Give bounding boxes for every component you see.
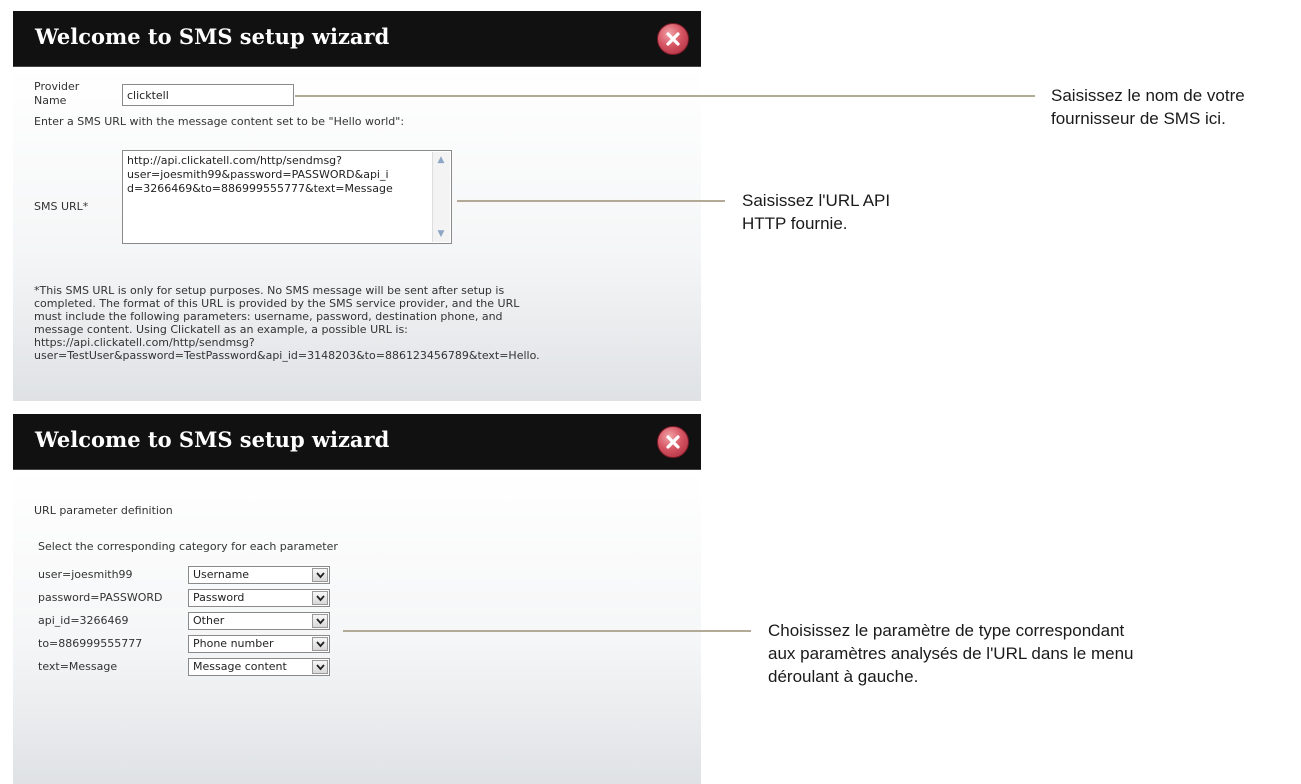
sms-url-line: http://api.clickatell.com/http/sendmsg? xyxy=(127,154,342,167)
sms-wizard-dialog-step1: Welcome to SMS setup wizard Provider Nam… xyxy=(13,11,701,401)
sms-url-note: *This SMS URL is only for setup purposes… xyxy=(34,284,540,362)
scroll-down-icon[interactable]: ▼ xyxy=(435,229,447,239)
dialog-title: Welcome to SMS setup wizard xyxy=(35,24,390,49)
close-button[interactable] xyxy=(657,426,689,458)
provider-name-input[interactable] xyxy=(122,84,294,106)
param-category-select-password[interactable]: Password xyxy=(188,589,330,607)
close-icon xyxy=(666,32,680,46)
chevron-down-icon xyxy=(316,572,325,579)
dropdown-button[interactable] xyxy=(312,591,328,605)
dropdown-button[interactable] xyxy=(312,568,328,582)
sms-url-line: d=3266469&to=886999555777&text=Message xyxy=(127,182,393,195)
dialog-titlebar: Welcome to SMS setup wizard xyxy=(13,414,701,470)
param-category-select-text[interactable]: Message content xyxy=(188,658,330,676)
dialog-body: Provider Name Enter a SMS URL with the m… xyxy=(13,67,701,401)
callout-provider-name: Saisissez le nom de votre fournisseur de… xyxy=(1051,86,1245,128)
sms-url-line: user=joesmith99&password=PASSWORD&api_i xyxy=(127,168,389,181)
callout-line-params xyxy=(343,630,751,632)
sms-url-scrollbar[interactable]: ▲ ▼ xyxy=(432,152,450,242)
param-name: api_id=3266469 xyxy=(38,614,129,627)
chevron-down-icon xyxy=(316,641,325,648)
param-name: user=joesmith99 xyxy=(38,568,133,581)
param-category-select-api-id[interactable]: Other xyxy=(188,612,330,630)
chevron-down-icon xyxy=(316,618,325,625)
callout-line-url xyxy=(457,200,725,202)
callout-line-provider xyxy=(295,95,1035,97)
param-name: text=Message xyxy=(38,660,118,673)
param-category-select-to[interactable]: Phone number xyxy=(188,635,330,653)
dropdown-button[interactable] xyxy=(312,660,328,674)
param-category-select-user[interactable]: Username xyxy=(188,566,330,584)
dropdown-button[interactable] xyxy=(312,614,328,628)
parameter-instruction: Select the corresponding category for ea… xyxy=(38,540,338,553)
sms-url-label: SMS URL* xyxy=(34,200,89,213)
chevron-down-icon xyxy=(316,595,325,602)
param-name: password=PASSWORD xyxy=(38,591,163,604)
callout-sms-url: Saisissez l'URL API HTTP fournie. xyxy=(742,191,891,233)
scroll-up-icon[interactable]: ▲ xyxy=(435,155,447,165)
sms-wizard-dialog-step2: Welcome to SMS setup wizard URL paramete… xyxy=(13,414,701,784)
param-name: to=886999555777 xyxy=(38,637,143,650)
sms-url-textarea[interactable]: http://api.clickatell.com/http/sendmsg? … xyxy=(122,150,452,244)
dialog-title: Welcome to SMS setup wizard xyxy=(35,427,390,452)
dropdown-button[interactable] xyxy=(312,637,328,651)
close-icon xyxy=(666,435,680,449)
url-parameter-section-title: URL parameter definition xyxy=(34,504,173,517)
dialog-body: URL parameter definition Select the corr… xyxy=(13,470,701,784)
chevron-down-icon xyxy=(316,664,325,671)
sms-url-instruction: Enter a SMS URL with the message content… xyxy=(34,115,405,128)
callout-parameters: Choisissez le paramètre de type correspo… xyxy=(768,621,1134,686)
close-button[interactable] xyxy=(657,23,689,55)
dialog-titlebar: Welcome to SMS setup wizard xyxy=(13,11,701,67)
provider-name-label: Provider Name xyxy=(34,80,80,107)
